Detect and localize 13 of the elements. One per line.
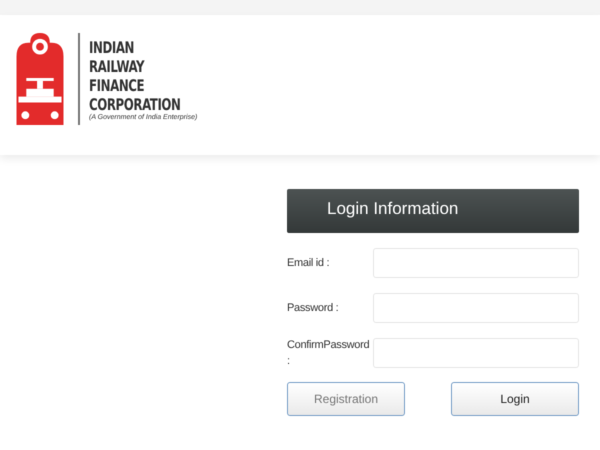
registration-button[interactable]: Registration — [287, 382, 405, 416]
input-field[interactable] — [373, 248, 579, 278]
panel-title-bar: Login Information — [287, 189, 579, 233]
company-name-line: RAILWAY — [89, 56, 146, 76]
field-label: Email id : — [287, 256, 330, 271]
field-label: Password : — [287, 301, 340, 316]
login-button[interactable]: Login — [451, 382, 579, 416]
input-field[interactable] — [373, 338, 579, 368]
company-name-line: FINANCE — [89, 76, 146, 94]
input-field[interactable] — [373, 293, 579, 323]
company-name-line: INDIAN — [89, 38, 135, 56]
field-label: ConfirmPassword : — [287, 338, 370, 369]
company-name-line: CORPORATION — [89, 94, 181, 114]
